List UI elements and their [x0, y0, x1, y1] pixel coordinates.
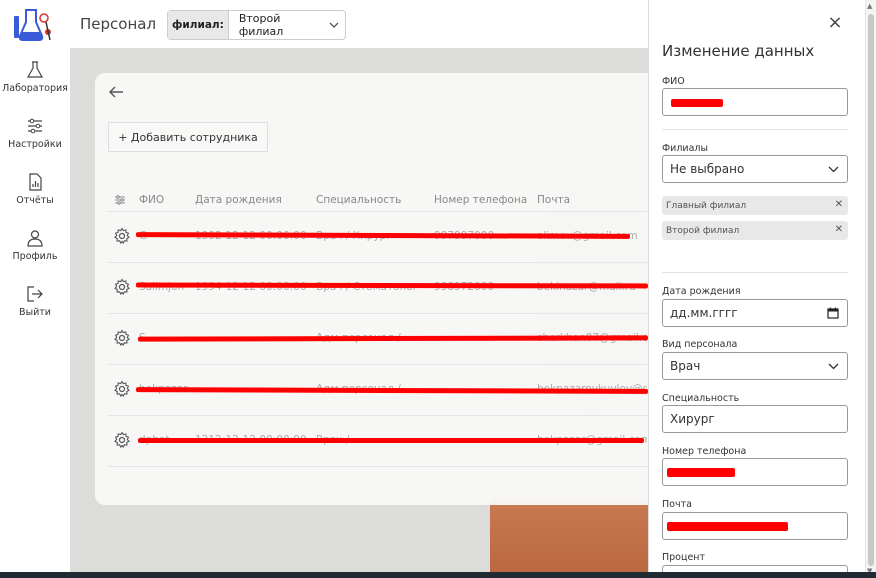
logo-icon[interactable] [8, 6, 56, 44]
specialty-label: Специальность [662, 393, 740, 404]
table-row[interactable]: S Адм персонал / sherkhan07@gmail.com [108, 314, 649, 365]
sidebar-item-laboratory[interactable]: Лаборатория [0, 60, 70, 94]
email-field[interactable] [662, 512, 848, 540]
redaction-mark [135, 387, 649, 394]
staff-card: + Добавить сотрудника ФИО Дата рождения … [95, 73, 649, 505]
chevron-down-icon [323, 20, 345, 31]
branch-value: Второй филиал [238, 12, 284, 38]
redaction-mark [667, 468, 735, 477]
fio-label: ФИО [662, 76, 685, 87]
table-row[interactable]: Salimjon 1994-12-12 00:00:00 Врач / Стом… [108, 263, 649, 314]
dob-placeholder: дд.мм.гггг [670, 306, 738, 320]
staff-type-value: Врач [670, 359, 701, 373]
user-icon [27, 230, 43, 247]
phone-field[interactable] [662, 458, 848, 486]
report-icon [29, 173, 42, 191]
column-header-specialty: Специальность [316, 194, 402, 206]
add-employee-button[interactable]: + Добавить сотрудника [108, 122, 268, 152]
chip-label: Второй филиал [666, 225, 740, 236]
branches-label: Филиалы [662, 143, 708, 154]
fio-field[interactable] [662, 88, 848, 116]
staff-type-label: Вид персонала [662, 339, 738, 350]
columns-settings-icon[interactable] [114, 194, 126, 209]
percent-label: Процент [662, 552, 706, 563]
remove-chip-icon[interactable]: ✕ [835, 224, 843, 235]
sidebar-item-profile[interactable]: Профиль [0, 228, 70, 262]
dob-field[interactable]: дд.мм.гггг [662, 299, 848, 327]
edit-panel: × Изменение данных ФИО Филиалы Не выбран… [648, 0, 865, 578]
background-pot [490, 498, 648, 578]
table-row[interactable]: dpbat 1212-12-12 00:00:00 Врач / bekpaza… [108, 416, 648, 467]
phone-label: Номер телефона [662, 446, 747, 457]
column-header-email: Почта [537, 194, 571, 206]
logout-icon [27, 286, 43, 302]
sidebar-item-label: Лаборатория [2, 83, 68, 94]
column-header-dob: Дата рождения [195, 194, 282, 206]
sidebar-item-settings[interactable]: Настройки [0, 116, 70, 150]
sidebar-item-label: Выйти [19, 307, 51, 318]
sidebar-item-reports[interactable]: Отчёты [0, 172, 70, 206]
staff-type-select[interactable]: Врач [662, 352, 848, 380]
table-header: ФИО Дата рождения Специальность Номер те… [108, 190, 648, 212]
specialty-field[interactable]: Хирург [662, 405, 848, 433]
branch-chip: Главный филиал ✕ [662, 196, 848, 215]
specialty-value: Хирург [670, 412, 715, 426]
panel-title: Изменение данных [662, 42, 815, 60]
table-row[interactable]: bekpazar Адм персонал / bekpazarovkuvlov… [108, 365, 649, 416]
email-label: Почта [662, 499, 692, 510]
branch-label: филиал: [168, 11, 229, 39]
top-bar: Персонал филиал: Второй филиал [0, 0, 648, 48]
scroll-up-icon[interactable]: ▲ [867, 2, 872, 10]
table-row[interactable]: G 1992-12-12 00:00:00 Врач / Хирург 9979… [108, 212, 648, 263]
redaction-mark [135, 282, 649, 289]
sidebar: Лаборатория Настройки Отчёты Профиль Вый… [0, 48, 70, 578]
branches-select[interactable]: Не выбрано [662, 155, 848, 183]
flask-icon [26, 61, 44, 78]
chip-label: Главный филиал [666, 200, 747, 211]
gear-icon[interactable] [113, 227, 131, 245]
divider [662, 129, 848, 130]
scrollbar-thumb[interactable] [868, 14, 874, 566]
branches-select-value: Не выбрано [670, 162, 745, 176]
redaction-mark [671, 99, 723, 107]
branch-select[interactable]: филиал: Второй филиал [167, 10, 346, 40]
redaction-mark [138, 438, 644, 443]
dob-label: Дата рождения [662, 286, 741, 297]
back-arrow-icon[interactable] [107, 83, 125, 101]
taskbar [0, 572, 876, 578]
column-header-phone: Номер телефона [434, 194, 528, 206]
panel-scrollbar[interactable]: ▲ ▼ [865, 0, 876, 578]
gear-icon[interactable] [113, 329, 131, 347]
close-icon[interactable]: × [826, 14, 844, 32]
gear-icon[interactable] [113, 431, 131, 449]
column-header-fio: ФИО [139, 194, 165, 206]
sidebar-item-label: Профиль [12, 251, 58, 262]
page-title: Персонал [80, 15, 157, 33]
redaction-mark [667, 522, 788, 531]
branch-chip: Второй филиал ✕ [662, 221, 848, 240]
sidebar-item-logout[interactable]: Выйти [0, 284, 70, 318]
chevron-down-icon [828, 360, 839, 373]
divider [662, 272, 848, 273]
sidebar-item-label: Отчёты [16, 195, 54, 206]
gear-icon[interactable] [113, 380, 131, 398]
gear-icon[interactable] [113, 278, 131, 296]
chevron-down-icon [828, 163, 839, 176]
calendar-icon[interactable] [827, 307, 839, 319]
remove-chip-icon[interactable]: ✕ [835, 199, 843, 210]
sliders-icon [28, 118, 42, 134]
sidebar-item-label: Настройки [8, 139, 62, 150]
